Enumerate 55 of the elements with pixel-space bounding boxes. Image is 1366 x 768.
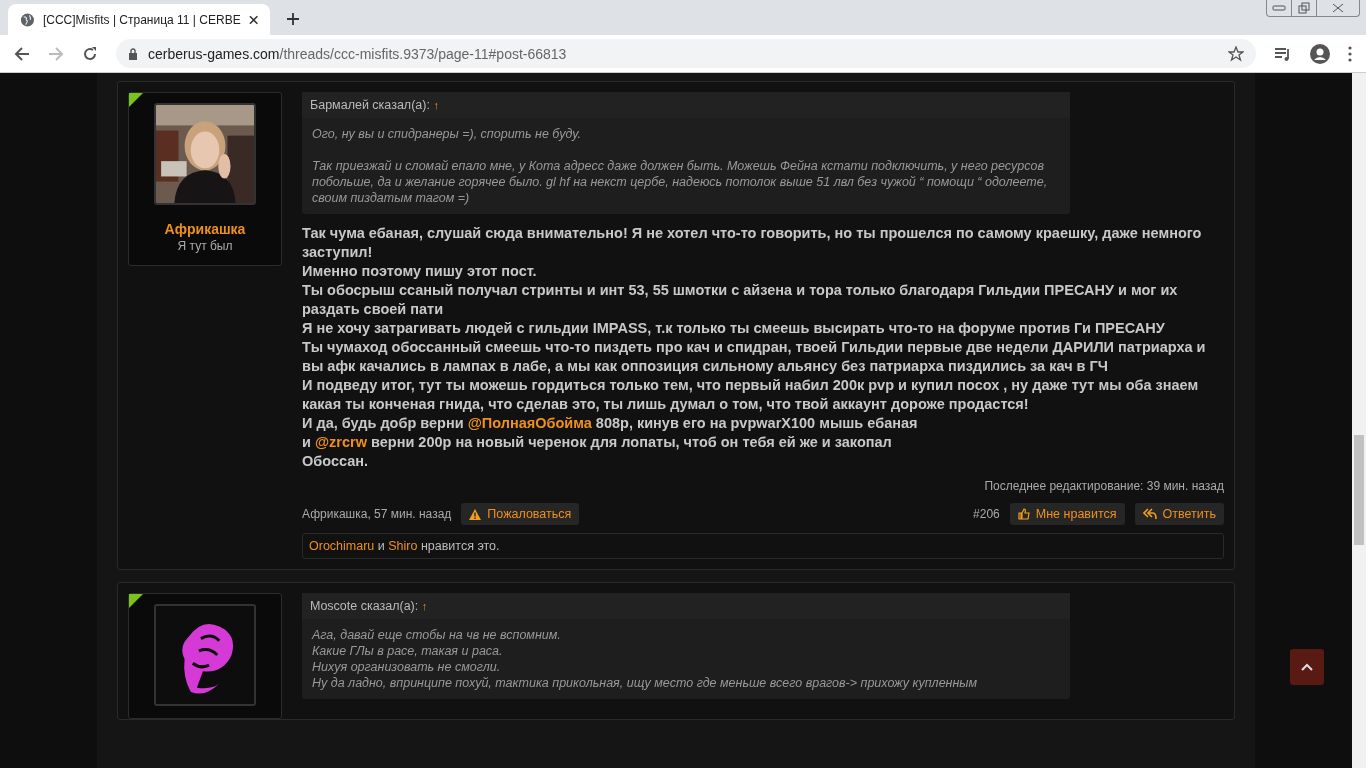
minimize-icon bbox=[1272, 4, 1286, 12]
post-text: Ты чумаход обоссанный смеешь что-то пиздеть про кач и спидран, твоей Гильдии первые две недели ДАРИЛИ патриарха и вы афк качались в лампах в лабе, а мы как оппозиция сильному альянсу без патриарха пиздились за кач в ГЧ bbox=[302, 338, 1207, 376]
restore-icon bbox=[1298, 2, 1310, 14]
quote-text: Нихуя организовать не смогли. bbox=[312, 659, 502, 675]
user-link[interactable]: Shiro bbox=[388, 539, 418, 553]
scrollbar-thumb[interactable] bbox=[1354, 435, 1364, 545]
profile-icon[interactable] bbox=[1310, 43, 1330, 64]
post-meta[interactable]: Африкашка, 57 мин. назад bbox=[302, 507, 452, 521]
star-icon[interactable] bbox=[1228, 45, 1244, 62]
new-tab-icon[interactable] bbox=[286, 12, 300, 26]
globe-icon bbox=[20, 11, 35, 28]
warning-icon bbox=[469, 508, 482, 520]
quote-text: Так приезжай и сломай епало мне, у Кота адресс даже должен быть. Можешь Фейна кстати подключить, у него ресурсов побольше, да и желание горячее было. gl hf на некст цербе, надеюсь потолок выше 51 лвл без чужой “ помощи “ одолеете, своим пиздатым тагом =) bbox=[312, 158, 1049, 206]
close-icon bbox=[1332, 3, 1344, 13]
quote-text: Какие ГЛы в расе, такая и раса. bbox=[312, 643, 504, 659]
mention-link[interactable]: @zrcrw bbox=[314, 434, 367, 450]
user-link[interactable]: Orochimaru bbox=[309, 539, 375, 553]
reload-icon[interactable] bbox=[82, 45, 98, 62]
post-text: Ты обосрыш ссаный получал стринты и инт 53, 55 шмотки с айзена и тора только благодаря Гильдии ПРЕСАНУ и мог их раздать своей пати bbox=[302, 281, 1179, 319]
reply-button[interactable]: Ответить bbox=[1134, 503, 1224, 525]
browser-tab[interactable]: [CCC]Misfits | Страница 11 | CERBE bbox=[8, 4, 270, 35]
lock-icon bbox=[128, 47, 138, 60]
quote-text: Ну да ладно, впринципе похуй, тактика прикольная, ищу место где меньше всего врагов-> прихожу купленным bbox=[312, 675, 979, 691]
playlist-icon[interactable] bbox=[1274, 46, 1292, 61]
mention-link[interactable]: @ПолнаяОбойма bbox=[467, 415, 592, 431]
quote-author: Бармалей сказал(а): bbox=[310, 98, 430, 112]
url-text: cerberus-games.com/threads/ccc-misfits.9373/page-11#post-66813 bbox=[148, 45, 568, 62]
user-title: Я тут был bbox=[177, 239, 233, 253]
reply-icon bbox=[1142, 508, 1157, 520]
edit-note: Последнее редактирование: 39 мин. назад bbox=[984, 479, 1224, 493]
post-text: Так чума ебаная, слушай сюда внимательно! Я не хотел что-то говорить, но ты прошелся по самому краешку, даже немного заступил! bbox=[302, 224, 1203, 262]
post-text: И да, будь добр верни @ПолнаяОбойма 808р, кинув его на pvpwarX100 мышь ебаная bbox=[302, 414, 919, 433]
close-icon[interactable] bbox=[248, 14, 258, 25]
scroll-top-button[interactable] bbox=[1290, 649, 1324, 685]
thumbs-up-icon bbox=[1017, 508, 1030, 520]
quote-link[interactable]: ↑ bbox=[421, 600, 428, 612]
address-bar[interactable]: cerberus-games.com/threads/ccc-misfits.9373/page-11#post-66813 bbox=[116, 39, 1256, 68]
post-text: Обоссан. bbox=[302, 452, 370, 471]
post-text: И подведу итог, тут ты можешь гордиться только тем, что первый набил 200к pvp и купил посох , ну даже тут мы оба знаем какая ты конченая гнида, что сделав это, ты лишь думал о том, что твой аккаунт дороже продастся! bbox=[302, 376, 1200, 414]
chevron-up-icon bbox=[1301, 663, 1313, 671]
post-text: Именно поэтому пишу этот пост. bbox=[302, 262, 538, 281]
report-button[interactable]: Пожаловаться bbox=[461, 503, 580, 525]
like-button[interactable]: Мне нравится bbox=[1009, 503, 1125, 525]
quote-text: Ага, давай еще стобы на чв не вспомним. bbox=[312, 627, 562, 643]
post-text: и @zrcrw верни 200р на новый черенок для лопаты, чтоб он тебя ей же и закопал bbox=[302, 433, 893, 452]
back-icon[interactable] bbox=[14, 45, 30, 62]
menu-icon[interactable] bbox=[1348, 45, 1352, 62]
tab-title: [CCC]Misfits | Страница 11 | CERBE bbox=[42, 12, 241, 27]
likes-summary: Orochimaru и Shiro нравится это. bbox=[302, 533, 1224, 559]
quote-author: Moscote сказал(а): bbox=[310, 599, 419, 613]
username[interactable]: Африкашка bbox=[164, 221, 246, 237]
post-number[interactable]: #206 bbox=[973, 507, 1000, 521]
post-text: Я не хочу затрагивать людей с гильдии IMPASS, т.к только ты смеешь высирать что-то на форуме против Ги ПРЕСАНУ bbox=[302, 319, 1166, 338]
quote-link[interactable]: ↑ bbox=[433, 99, 439, 111]
quote-text: Ого, ну вы и спидранеры =), спорить не буду. bbox=[312, 126, 583, 142]
